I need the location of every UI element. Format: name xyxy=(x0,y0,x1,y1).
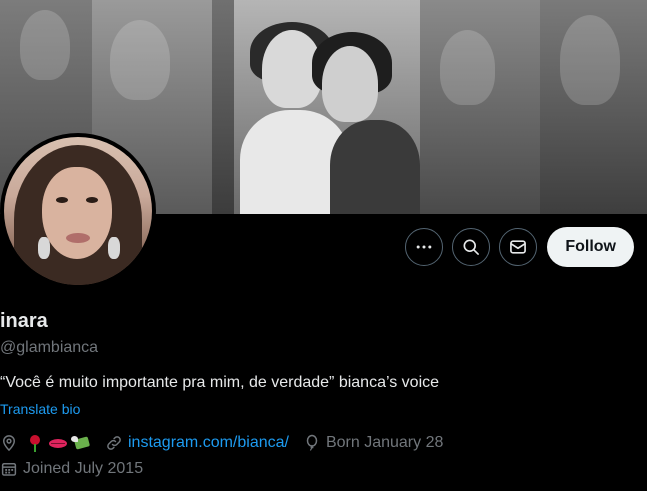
rose-icon xyxy=(25,434,45,452)
lips-icon xyxy=(48,434,68,452)
banner-figure xyxy=(110,20,170,100)
location-emojis xyxy=(25,434,91,452)
banner-panel xyxy=(420,0,541,214)
profile-page: Follow inara @glambianca “Você é muito i… xyxy=(0,0,647,491)
link-icon xyxy=(107,436,121,450)
joined-text: Joined July 2015 xyxy=(23,460,144,477)
translate-bio-link[interactable]: Translate bio xyxy=(0,401,80,417)
avatar-lips xyxy=(66,233,90,243)
avatar-face xyxy=(42,167,112,259)
message-button[interactable] xyxy=(499,228,538,266)
joined-item: Joined July 2015 xyxy=(0,460,143,478)
profile-avatar[interactable] xyxy=(0,133,156,289)
banner-figure xyxy=(20,10,70,80)
calendar-icon xyxy=(1,463,17,476)
avatar-earring xyxy=(108,237,120,259)
avatar-photo xyxy=(4,137,152,285)
banner-figure xyxy=(560,15,620,105)
profile-meta-row: Joined July 2015 xyxy=(0,460,157,478)
search-icon xyxy=(463,239,480,255)
money-with-wings-icon xyxy=(71,434,91,452)
more-button[interactable] xyxy=(405,228,444,266)
website-link[interactable]: instagram.com/bianca/ xyxy=(128,434,289,452)
more-horizontal-icon xyxy=(417,245,432,249)
birthday-text: Born January 28 xyxy=(325,434,444,451)
website-item: instagram.com/bianca/ xyxy=(105,434,289,452)
profile-handle: @glambianca xyxy=(0,339,99,356)
follow-button[interactable]: Follow xyxy=(547,227,634,267)
banner-figure xyxy=(330,120,420,214)
profile-meta-row: instagram.com/bianca/ Born January 28 xyxy=(0,434,457,452)
profile-actions: Follow xyxy=(405,227,634,267)
profile-name: inara xyxy=(0,310,48,332)
balloon-icon xyxy=(306,434,318,451)
banner-figure xyxy=(322,46,378,122)
location-item xyxy=(0,434,91,452)
banner-figure xyxy=(440,30,495,105)
search-button[interactable] xyxy=(452,228,491,266)
birthday-item: Born January 28 xyxy=(303,434,443,452)
envelope-icon xyxy=(510,240,527,254)
banner-panel xyxy=(212,0,235,214)
profile-bio: “Você é muito importante pra mim, de ver… xyxy=(0,374,440,391)
location-pin-icon xyxy=(2,435,16,452)
avatar-eye xyxy=(86,197,98,203)
avatar-eye xyxy=(56,197,68,203)
avatar-earring xyxy=(38,237,50,259)
